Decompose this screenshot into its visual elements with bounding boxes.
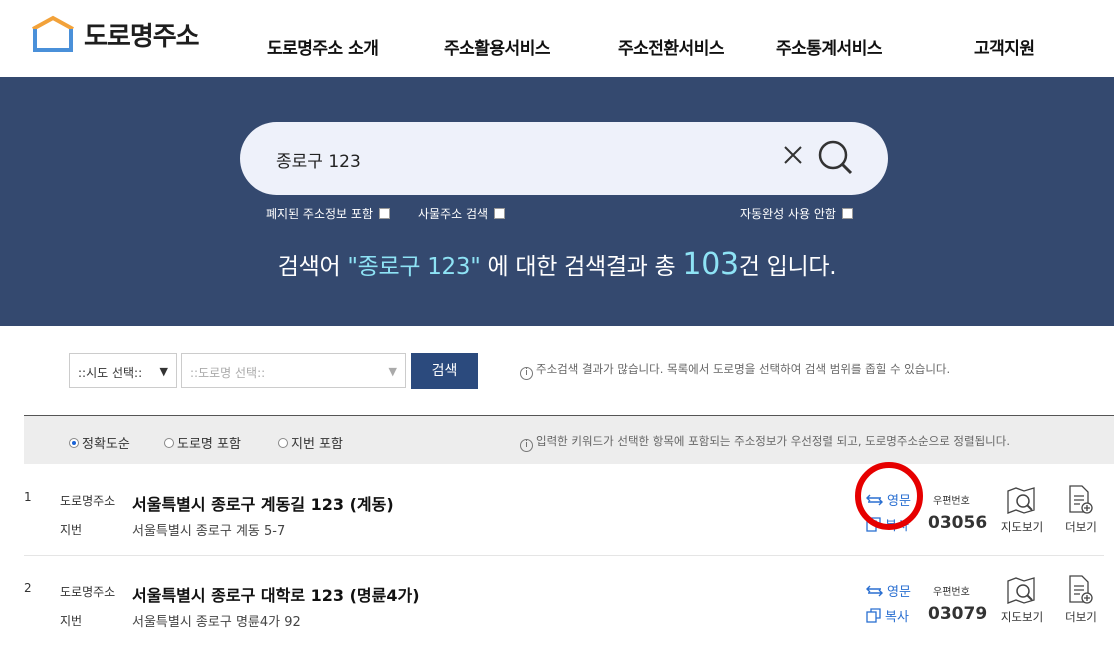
copy-label: 복사 bbox=[885, 610, 909, 625]
nav-item-support[interactable]: 고객지원 bbox=[974, 34, 1035, 59]
sort-jibun-label: 지번 포함 bbox=[291, 437, 343, 452]
jibun-label: 지번 bbox=[60, 523, 83, 537]
road-label: 도로명주소 bbox=[60, 494, 116, 508]
filter-info: i 주소검색 결과가 많습니다. 목록에서 도로명을 선택하여 검색 범위를 좁힐… bbox=[520, 361, 950, 380]
option-abolished-checkbox[interactable] bbox=[379, 208, 390, 219]
house-logo-icon bbox=[32, 15, 74, 52]
nav-item-stats[interactable]: 주소통계서비스 bbox=[776, 34, 882, 59]
option-building-label: 사물주소 검색 bbox=[418, 207, 489, 221]
english-button[interactable]: 영문 bbox=[866, 581, 911, 600]
english-label: 영문 bbox=[887, 585, 911, 600]
road-label: 도로명주소 bbox=[60, 585, 116, 599]
postcode-label: 우편번호 bbox=[933, 587, 970, 598]
option-abolished-label: 폐지된 주소정보 포함 bbox=[266, 207, 373, 221]
summary-middle: 에 대한 검색결과 총 bbox=[480, 254, 683, 280]
jibun-label: 지번 bbox=[60, 614, 83, 628]
sort-accuracy[interactable]: 정확도순 bbox=[69, 433, 130, 452]
nav-item-services[interactable]: 주소활용서비스 bbox=[444, 34, 550, 59]
search-icon[interactable] bbox=[816, 138, 856, 178]
copy-icon bbox=[866, 608, 881, 623]
nav-item-conversion[interactable]: 주소전환서비스 bbox=[618, 34, 724, 59]
road-select[interactable]: ::도로명 선택:: ▼ bbox=[181, 353, 406, 388]
summary-query: "종로구 123" bbox=[347, 254, 481, 280]
map-icon bbox=[1007, 487, 1035, 514]
road-address[interactable]: 서울특별시 종로구 대학로 123 (명륜4가) bbox=[132, 582, 420, 606]
sort-info: i 입력한 키워드가 선택한 항목에 포함되는 주소정보가 우선정렬 되고, 도로… bbox=[520, 433, 1010, 452]
radio-icon[interactable] bbox=[278, 437, 288, 448]
search-banner: 종로구 123 폐지된 주소정보 포함 사물주소 검색 자동완성 사용 안함 검… bbox=[0, 77, 1114, 326]
map-icon bbox=[1007, 577, 1035, 604]
nav-item-intro[interactable]: 도로명주소 소개 bbox=[267, 34, 379, 59]
sort-road[interactable]: 도로명 포함 bbox=[164, 433, 241, 452]
map-view-label: 지도보기 bbox=[1000, 610, 1044, 624]
option-abolished[interactable]: 폐지된 주소정보 포함 bbox=[266, 205, 390, 222]
logo[interactable]: 도로명주소 bbox=[30, 15, 200, 53]
sort-info-text: 입력한 키워드가 선택한 항목에 포함되는 주소정보가 우선정렬 되고, 도로명… bbox=[536, 434, 1010, 448]
radio-icon[interactable] bbox=[69, 437, 79, 448]
filter-search-button[interactable]: 검색 bbox=[411, 353, 478, 389]
option-autocomplete[interactable]: 자동완성 사용 안함 bbox=[740, 205, 853, 222]
jibun-address[interactable]: 서울특별시 종로구 계동 5-7 bbox=[132, 520, 285, 539]
chevron-down-icon: ▼ bbox=[388, 365, 397, 378]
option-building[interactable]: 사물주소 검색 bbox=[418, 205, 506, 222]
swap-arrows-icon bbox=[866, 585, 883, 596]
filter-info-text: 주소검색 결과가 많습니다. 목록에서 도로명을 선택하여 검색 범위를 좁힐 … bbox=[536, 362, 951, 376]
option-autocomplete-label: 자동완성 사용 안함 bbox=[740, 207, 836, 221]
radio-icon[interactable] bbox=[164, 437, 174, 448]
road-select-value: ::도로명 선택:: bbox=[190, 366, 266, 380]
result-number: 1 bbox=[24, 490, 32, 504]
sido-select-value: ::시도 선택:: bbox=[78, 366, 143, 380]
copy-button[interactable]: 복사 bbox=[866, 606, 909, 625]
jibun-address[interactable]: 서울특별시 종로구 명륜4가 92 bbox=[132, 611, 301, 630]
more-label: 더보기 bbox=[1065, 610, 1097, 624]
result-row: 2 도로명주소 서울특별시 종로구 대학로 123 (명륜4가) 지번 서울특별… bbox=[0, 556, 1114, 648]
clear-icon[interactable] bbox=[782, 144, 804, 166]
sort-jibun[interactable]: 지번 포함 bbox=[278, 433, 343, 452]
result-summary: 검색어 "종로구 123" 에 대한 검색결과 총 103건 입니다. bbox=[0, 247, 1114, 282]
sido-select[interactable]: ::시도 선택:: ▼ bbox=[69, 353, 177, 388]
road-address[interactable]: 서울특별시 종로구 계동길 123 (계동) bbox=[132, 491, 394, 515]
info-icon: i bbox=[520, 367, 533, 380]
sort-road-label: 도로명 포함 bbox=[177, 437, 241, 452]
more-label: 더보기 bbox=[1065, 520, 1097, 534]
more-button[interactable]: 더보기 bbox=[1059, 574, 1103, 625]
search-input[interactable]: 종로구 123 bbox=[276, 147, 361, 172]
result-number: 2 bbox=[24, 581, 32, 595]
summary-prefix: 검색어 bbox=[277, 254, 348, 280]
postcode: 03079 bbox=[928, 604, 988, 624]
search-box[interactable]: 종로구 123 bbox=[240, 122, 888, 195]
more-button[interactable]: 더보기 bbox=[1059, 484, 1103, 535]
map-view-button[interactable]: 지도보기 bbox=[998, 576, 1046, 625]
option-building-checkbox[interactable] bbox=[494, 208, 506, 219]
postcode: 03056 bbox=[928, 513, 988, 533]
summary-suffix: 건 입니다. bbox=[738, 254, 837, 280]
sort-bar: 정확도순 도로명 포함 지번 포함 i 입력한 키워드가 선택한 항목에 포함되는… bbox=[24, 416, 1114, 464]
logo-text: 도로명주소 bbox=[84, 21, 200, 52]
map-view-button[interactable]: 지도보기 bbox=[998, 486, 1046, 535]
option-autocomplete-checkbox[interactable] bbox=[841, 208, 853, 219]
header: 도로명주소 도로명주소 소개 주소활용서비스 주소전환서비스 주소통계서비스 고… bbox=[0, 0, 1114, 77]
document-plus-icon bbox=[1069, 575, 1093, 604]
chevron-down-icon: ▼ bbox=[159, 365, 168, 378]
summary-count: 103 bbox=[682, 247, 739, 282]
document-plus-icon bbox=[1069, 485, 1093, 514]
sort-accuracy-label: 정확도순 bbox=[82, 437, 130, 452]
info-icon: i bbox=[520, 439, 533, 452]
postcode-label: 우편번호 bbox=[933, 496, 970, 507]
result-row: 1 도로명주소 서울특별시 종로구 계동길 123 (계동) 지번 서울특별시 … bbox=[0, 464, 1114, 556]
annotation-circle bbox=[855, 462, 923, 530]
map-view-label: 지도보기 bbox=[1000, 520, 1044, 534]
